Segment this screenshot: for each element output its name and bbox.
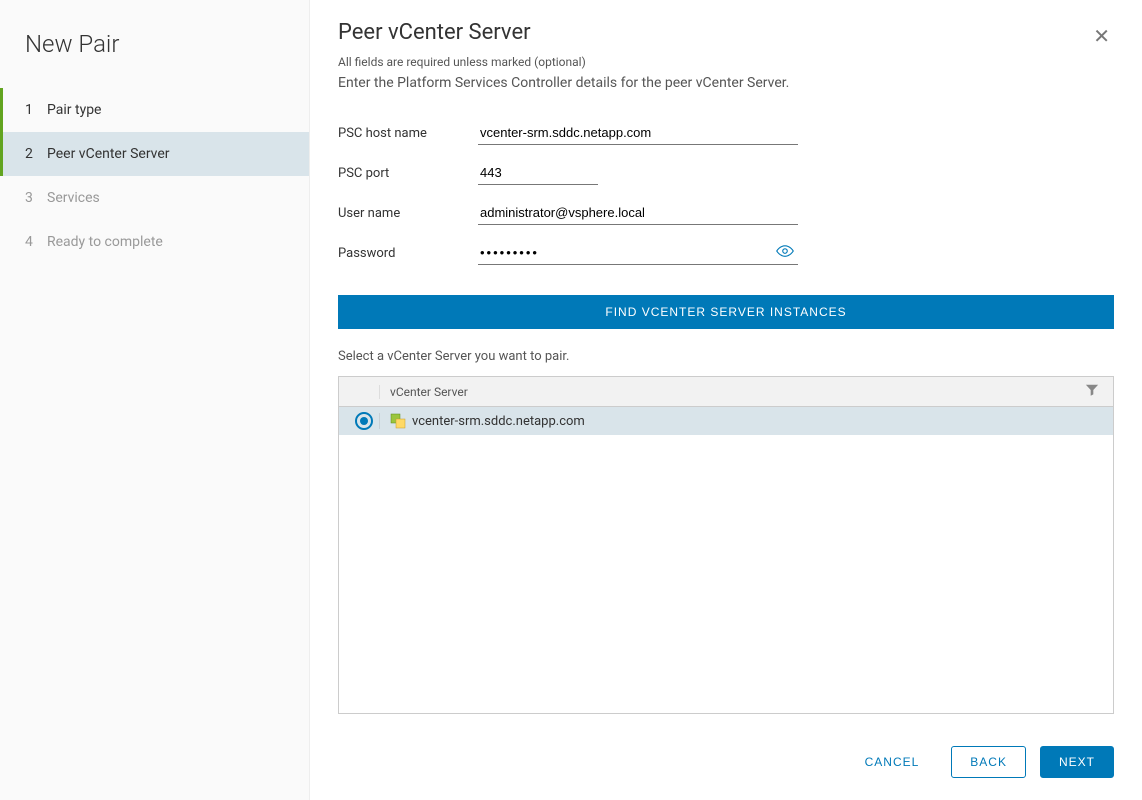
step-label: Peer vCenter Server <box>47 146 170 162</box>
step-label: Pair type <box>47 102 101 118</box>
step-ready[interactable]: 4 Ready to complete <box>0 220 309 264</box>
username-input[interactable] <box>478 201 798 225</box>
step-services[interactable]: 3 Services <box>0 176 309 220</box>
table-header: vCenter Server <box>339 377 1113 407</box>
step-label: Services <box>47 190 100 206</box>
step-peer-vcenter[interactable]: 2 Peer vCenter Server <box>0 132 309 176</box>
main-panel: Peer vCenter Server All fields are requi… <box>310 0 1142 800</box>
next-button[interactable]: NEXT <box>1040 746 1114 778</box>
step-pair-type[interactable]: 1 Pair type <box>0 88 309 132</box>
page-title: Peer vCenter Server <box>338 20 789 45</box>
back-button[interactable]: BACK <box>951 746 1026 778</box>
psc-port-input[interactable] <box>478 161 598 185</box>
page-description: Enter the Platform Services Controller d… <box>338 75 789 91</box>
form-row-user: User name <box>338 201 1114 225</box>
form-row-password: Password <box>338 241 1114 265</box>
form-row-host: PSC host name <box>338 121 1114 145</box>
password-input[interactable] <box>478 241 772 264</box>
user-label: User name <box>338 206 478 221</box>
form-row-port: PSC port <box>338 161 1114 185</box>
wizard-sidebar: New Pair 1 Pair type 2 Peer vCenter Serv… <box>0 0 310 800</box>
host-label: PSC host name <box>338 126 478 141</box>
main-header: Peer vCenter Server All fields are requi… <box>338 20 1114 121</box>
step-number: 2 <box>25 146 47 162</box>
find-instances-button[interactable]: FIND VCENTER SERVER INSTANCES <box>338 295 1114 329</box>
cancel-button[interactable]: CANCEL <box>847 746 938 778</box>
wizard-title: New Pair <box>0 20 309 88</box>
vcenter-icon <box>390 413 406 429</box>
step-label: Ready to complete <box>47 234 163 250</box>
psc-host-input[interactable] <box>478 121 798 145</box>
close-icon[interactable]: ✕ <box>1089 20 1114 52</box>
vcenter-table: vCenter Server vcenter-srm.sddc.netapp.c… <box>338 376 1114 714</box>
filter-icon[interactable] <box>1081 383 1103 400</box>
vcenter-column-header[interactable]: vCenter Server <box>379 385 1081 399</box>
row-radio[interactable] <box>349 412 379 430</box>
select-instruction: Select a vCenter Server you want to pair… <box>338 349 1114 364</box>
step-number: 3 <box>25 190 47 206</box>
wizard-footer: CANCEL BACK NEXT <box>338 728 1114 800</box>
required-note: All fields are required unless marked (o… <box>338 55 789 69</box>
step-list: 1 Pair type 2 Peer vCenter Server 3 Serv… <box>0 88 309 264</box>
port-label: PSC port <box>338 166 478 181</box>
server-cell: vcenter-srm.sddc.netapp.com <box>379 413 1103 429</box>
server-name: vcenter-srm.sddc.netapp.com <box>412 414 585 429</box>
table-row[interactable]: vcenter-srm.sddc.netapp.com <box>339 407 1113 435</box>
password-label: Password <box>338 246 478 261</box>
step-number: 1 <box>25 102 47 118</box>
step-number: 4 <box>25 234 47 250</box>
eye-icon[interactable] <box>772 244 798 262</box>
